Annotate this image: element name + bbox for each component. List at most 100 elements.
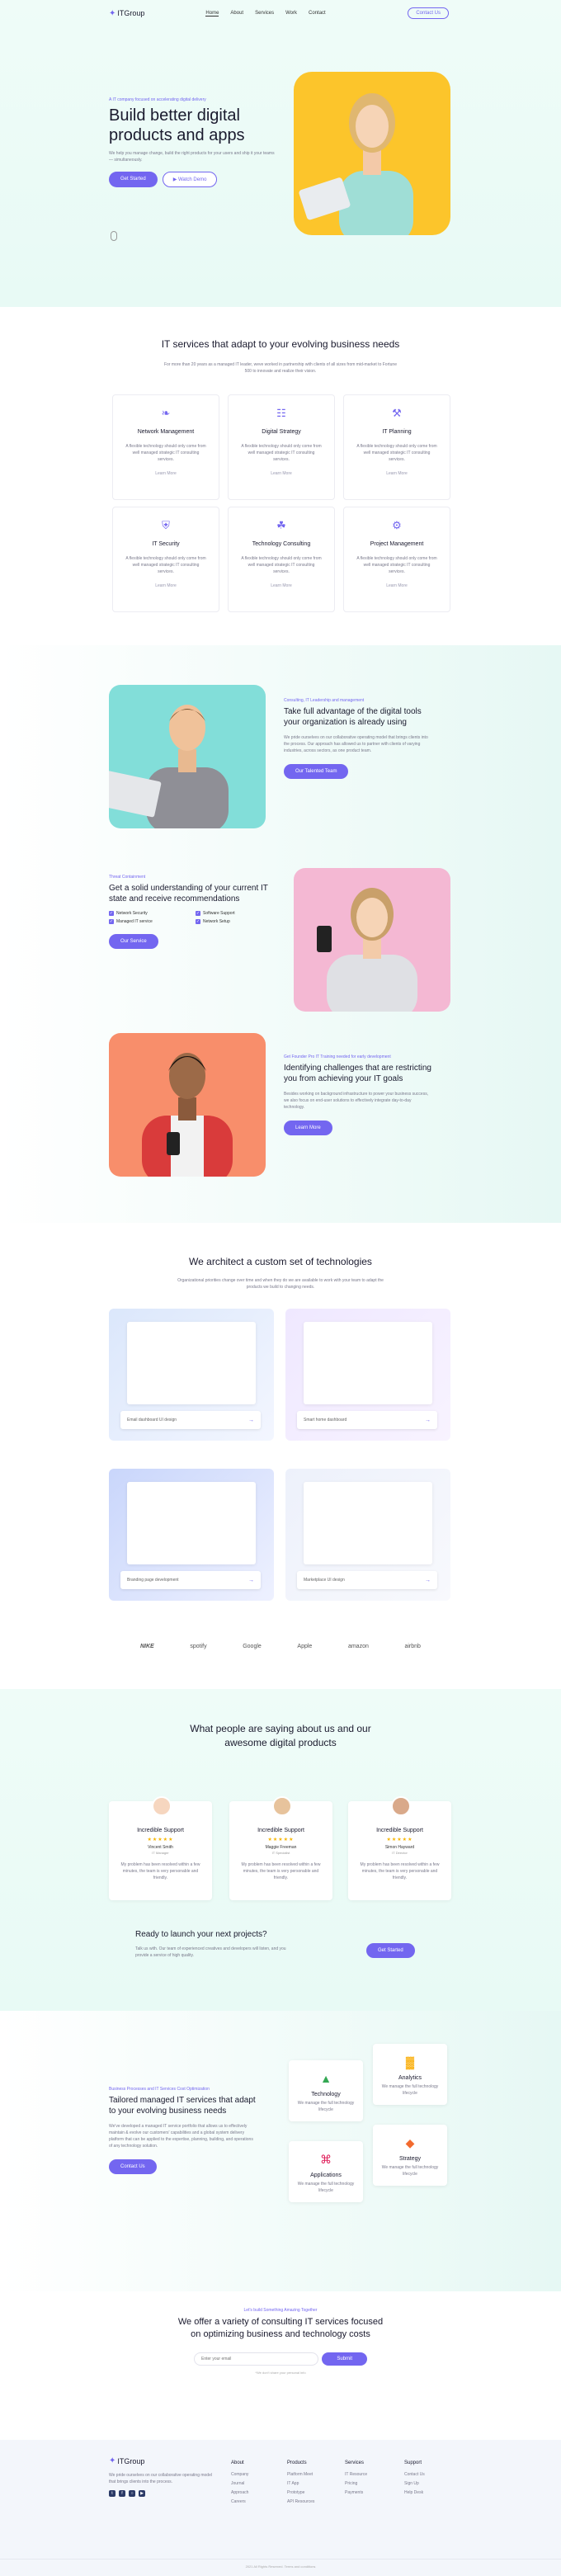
watch-demo-label: Watch Demo <box>177 177 207 182</box>
service-title: IT Security <box>152 541 180 547</box>
watch-demo-button[interactable]: ▶ Watch Demo <box>162 172 218 187</box>
services-grid: ❧ Network Management A flexible technolo… <box>112 394 450 612</box>
capability-card-applications[interactable]: ⌘ Applications We manage the full techno… <box>289 2141 363 2202</box>
submit-button[interactable]: Submit <box>322 2352 367 2366</box>
nav-item-about[interactable]: About <box>230 11 243 17</box>
nav-item-home[interactable]: Home <box>205 11 219 17</box>
feature-1-tag: Consulting, IT Leadership and management <box>284 698 365 703</box>
footer-link[interactable]: Help Desk <box>404 2489 425 2498</box>
footer-link[interactable]: Contact Us <box>404 2470 425 2479</box>
footer-link[interactable]: API Resources <box>287 2498 314 2507</box>
footer-link[interactable]: Careers <box>231 2498 248 2507</box>
footer-column-services: Services IT Resource Pricing Payments <box>345 2458 367 2498</box>
project-caption: Branding page development <box>127 1578 179 1583</box>
technologies-title: We architect a custom set of technologie… <box>189 1256 372 1267</box>
cta-get-started-button[interactable]: Get Started <box>366 1943 415 1958</box>
nike-logo: NIKE <box>140 1644 154 1649</box>
footer-link[interactable]: Payments <box>345 2489 367 2498</box>
service-card-network-management[interactable]: ❧ Network Management A flexible technolo… <box>112 394 219 500</box>
learn-more-link[interactable]: Learn More <box>113 471 219 476</box>
learn-more-link[interactable]: Learn More <box>113 583 219 588</box>
service-card-it-planning[interactable]: ⚒ IT Planning A flexible technology shou… <box>343 394 450 500</box>
learn-more-link[interactable]: Learn More <box>344 583 450 588</box>
feature-2-text: Threat Containment Get a solid understan… <box>109 875 274 949</box>
testimonials-section: What people are saying about us and our … <box>0 1689 561 2011</box>
project-card-marketplace[interactable]: Marketplace UI design → <box>285 1469 450 1601</box>
footer-link[interactable]: IT Resource <box>345 2470 367 2479</box>
facebook-icon[interactable]: f <box>119 2490 125 2497</box>
testimonial-title: Incredible Support <box>376 1828 423 1833</box>
project-caption-bar: Branding page development → <box>120 1571 261 1589</box>
get-started-button[interactable]: Get Started <box>109 172 158 187</box>
instagram-icon[interactable]: ○ <box>129 2490 135 2497</box>
testimonial-quote: My problem has been resolved within a fe… <box>241 1862 321 1880</box>
brand-logo[interactable]: ✦ ITGroup <box>109 9 144 18</box>
arrow-right-icon[interactable]: → <box>425 1578 431 1583</box>
footer-link[interactable]: Platform Meet <box>287 2470 314 2479</box>
optimization-contact-button[interactable]: Contact Us <box>109 2159 157 2174</box>
check-item: Software Support <box>196 911 274 916</box>
arrow-right-icon[interactable]: → <box>248 1418 254 1423</box>
nav-item-work[interactable]: Work <box>285 11 297 17</box>
cta-desc: Talk us with. Our team of experienced cr… <box>135 1946 286 1958</box>
footer-link[interactable]: IT App <box>287 2479 314 2489</box>
service-desc: A flexible technology should only come f… <box>241 556 322 574</box>
footer-heading: About <box>231 2460 244 2465</box>
email-field[interactable] <box>194 2352 319 2366</box>
footer-link[interactable]: Company <box>231 2470 248 2479</box>
capability-title: Applications <box>310 2173 342 2178</box>
twitter-icon[interactable]: t <box>109 2490 116 2497</box>
footer-link[interactable]: Approach <box>231 2489 248 2498</box>
learn-more-link[interactable]: Learn More <box>344 471 450 476</box>
project-card-email-dashboard[interactable]: Email dashboard UI design → <box>109 1309 274 1441</box>
youtube-icon[interactable]: ▶ <box>139 2490 145 2497</box>
footer-logo[interactable]: ✦ ITGroup <box>109 2456 216 2465</box>
service-card-technology-consulting[interactable]: ☘ Technology Consulting A flexible techn… <box>228 507 335 612</box>
our-team-button[interactable]: Our Talented Team <box>284 764 349 779</box>
arrow-right-icon[interactable]: → <box>425 1418 431 1423</box>
capability-card-analytics[interactable]: ▓ Analytics We manage the full technolog… <box>373 2044 447 2105</box>
brand-name: ITGroup <box>117 9 145 17</box>
arrow-right-icon[interactable]: → <box>248 1578 254 1583</box>
contact-us-button[interactable]: Contact Us <box>408 7 449 19</box>
footer-link[interactable]: Prototype <box>287 2489 314 2498</box>
copyright: 2021 All Rights Reserved. Terms and cond… <box>0 2559 561 2569</box>
capability-title: Technology <box>311 2092 341 2097</box>
learn-more-link[interactable]: Learn More <box>229 471 334 476</box>
testimonial-title: Incredible Support <box>137 1828 184 1833</box>
project-screenshot <box>127 1482 256 1564</box>
capability-desc: We manage the full technology lifecycle <box>297 2101 355 2112</box>
avatar <box>152 1796 172 1816</box>
capability-card-strategy[interactable]: ◆ Strategy We manage the full technology… <box>373 2125 447 2186</box>
optimization-text: Business Processes and IT Services Cost … <box>109 2087 257 2174</box>
capability-card-technology[interactable]: ▲ Technology We manage the full technolo… <box>289 2060 363 2121</box>
capability-desc: We manage the full technology lifecycle <box>381 2084 439 2096</box>
project-screenshot <box>304 1482 432 1564</box>
scroll-mouse-icon[interactable] <box>111 231 117 241</box>
reviewer-name: Vincent Smith <box>148 1845 173 1850</box>
service-title: IT Planning <box>382 429 412 435</box>
feature-2-title: Get a solid understanding of your curren… <box>109 884 268 903</box>
feature-1-desc: We pride ourselves on our collaborative … <box>284 735 428 753</box>
network-icon: ☘ <box>276 519 286 531</box>
service-card-it-security[interactable]: ⛨ IT Security A flexible technology shou… <box>112 507 219 612</box>
project-card-smart-home[interactable]: Smart home dashboard → <box>285 1309 450 1441</box>
nav-item-contact[interactable]: Contact <box>309 11 326 17</box>
learn-more-button[interactable]: Learn More <box>284 1121 332 1135</box>
footer-link[interactable]: Pricing <box>345 2479 367 2489</box>
footer-column-support: Support Contact Us Sign Up Help Desk <box>404 2458 425 2498</box>
service-card-project-management[interactable]: ⚙ Project Management A flexible technolo… <box>343 507 450 612</box>
footer-link[interactable]: Sign Up <box>404 2479 425 2489</box>
capability-desc: We manage the full technology lifecycle <box>381 2165 439 2177</box>
service-card-digital-strategy[interactable]: ☷ Digital Strategy A flexible technology… <box>228 394 335 500</box>
nav-item-services[interactable]: Services <box>255 11 274 17</box>
service-desc: A flexible technology should only come f… <box>241 444 322 462</box>
airbnb-logo: airbnb <box>404 1644 421 1649</box>
footer-heading: Products <box>287 2460 307 2465</box>
technologies-section: We architect a custom set of technologie… <box>0 1223 561 1689</box>
our-service-button[interactable]: Our Service <box>109 934 158 949</box>
testimonial-card: Incredible Support ★★★★★ Maggie Freeman … <box>229 1796 332 1900</box>
footer-link[interactable]: Journal <box>231 2479 248 2489</box>
project-card-branding[interactable]: Branding page development → <box>109 1469 274 1601</box>
learn-more-link[interactable]: Learn More <box>229 583 334 588</box>
